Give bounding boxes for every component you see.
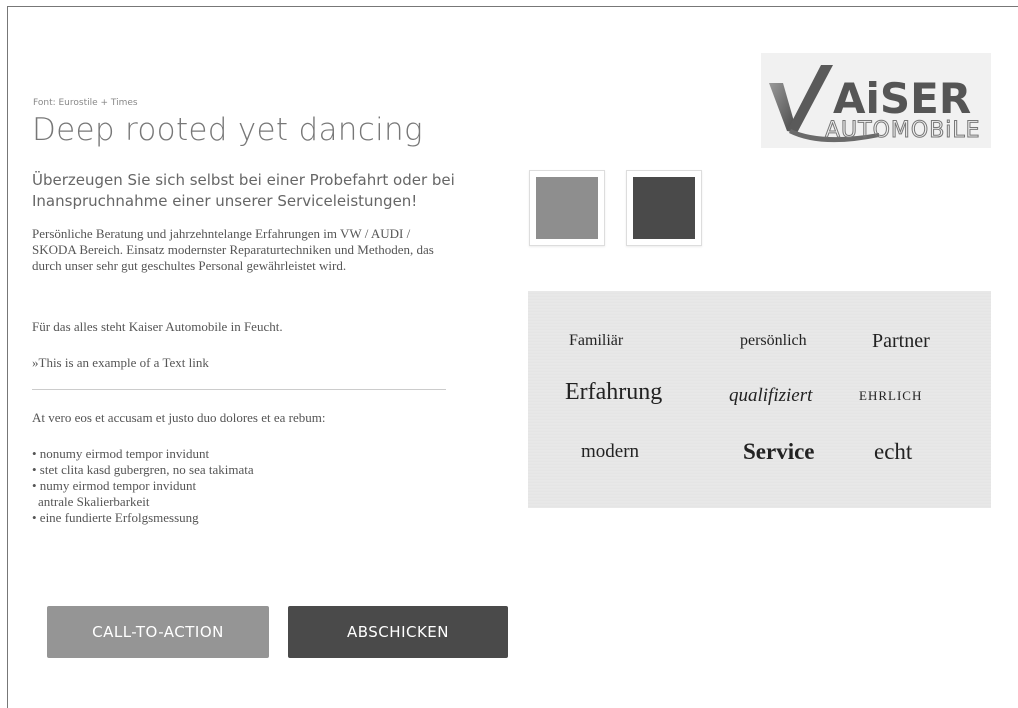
list-item: • eine fundierte Erfolgsmessung (32, 510, 199, 525)
word-personlich: persönlich (740, 332, 807, 349)
feucht-paragraph: Für das alles steht Kaiser Automobile in… (32, 319, 283, 334)
submit-button[interactable]: ABSCHICKEN (288, 606, 508, 658)
swatch-light-gray-fill (536, 177, 598, 239)
intro-paragraph: Persönliche Beratung und jahrzehntelange… (32, 226, 434, 273)
word-partner: Partner (872, 330, 930, 352)
headline: Deep rooted yet dancing (32, 112, 423, 148)
logo-wordmark: AiSER (833, 74, 971, 123)
font-note: Font: Eurostile + Times (33, 98, 138, 108)
word-erfahrung: Erfahrung (565, 379, 663, 405)
word-cloud: Familiär persönlich Partner Erfahrung qu… (528, 291, 991, 508)
divider (32, 389, 446, 390)
word-qualifiziert: qualifiziert (729, 385, 813, 406)
word-echt: echt (874, 439, 913, 464)
swatch-light-gray (529, 170, 605, 246)
word-ehrlich: EHRLICH (859, 388, 923, 403)
kaiser-logo-graphic: AiSER AUTOMOBiLE (769, 65, 981, 144)
list-item: antrale Skalierbarkeit (38, 494, 150, 509)
list-item: • nonumy eirmod tempor invidunt (32, 446, 210, 461)
word-modern: modern (581, 441, 640, 462)
bullet-list: • nonumy eirmod tempor invidunt • stet c… (32, 446, 254, 526)
swatch-dark-gray (626, 170, 702, 246)
kaiser-logo: AiSER AUTOMOBiLE (761, 53, 991, 148)
list-intro: At vero eos et accusam et justo duo dolo… (32, 410, 326, 425)
list-item: • numy eirmod tempor invidunt (32, 478, 197, 493)
subhead: Überzeugen Sie sich selbst bei einer Pro… (32, 171, 455, 210)
word-familiar: Familiär (569, 332, 624, 349)
swatch-dark-gray-fill (633, 177, 695, 239)
logo-subtitle: AUTOMOBiLE (825, 118, 981, 143)
text-link-row: »This is an example of a Text link (32, 355, 452, 371)
text-link[interactable]: »This is an example of a Text link (32, 355, 209, 370)
list-item: • stet clita kasd gubergren, no sea taki… (32, 462, 254, 477)
call-to-action-button[interactable]: CALL-TO-ACTION (47, 606, 269, 658)
word-service: Service (743, 439, 815, 464)
